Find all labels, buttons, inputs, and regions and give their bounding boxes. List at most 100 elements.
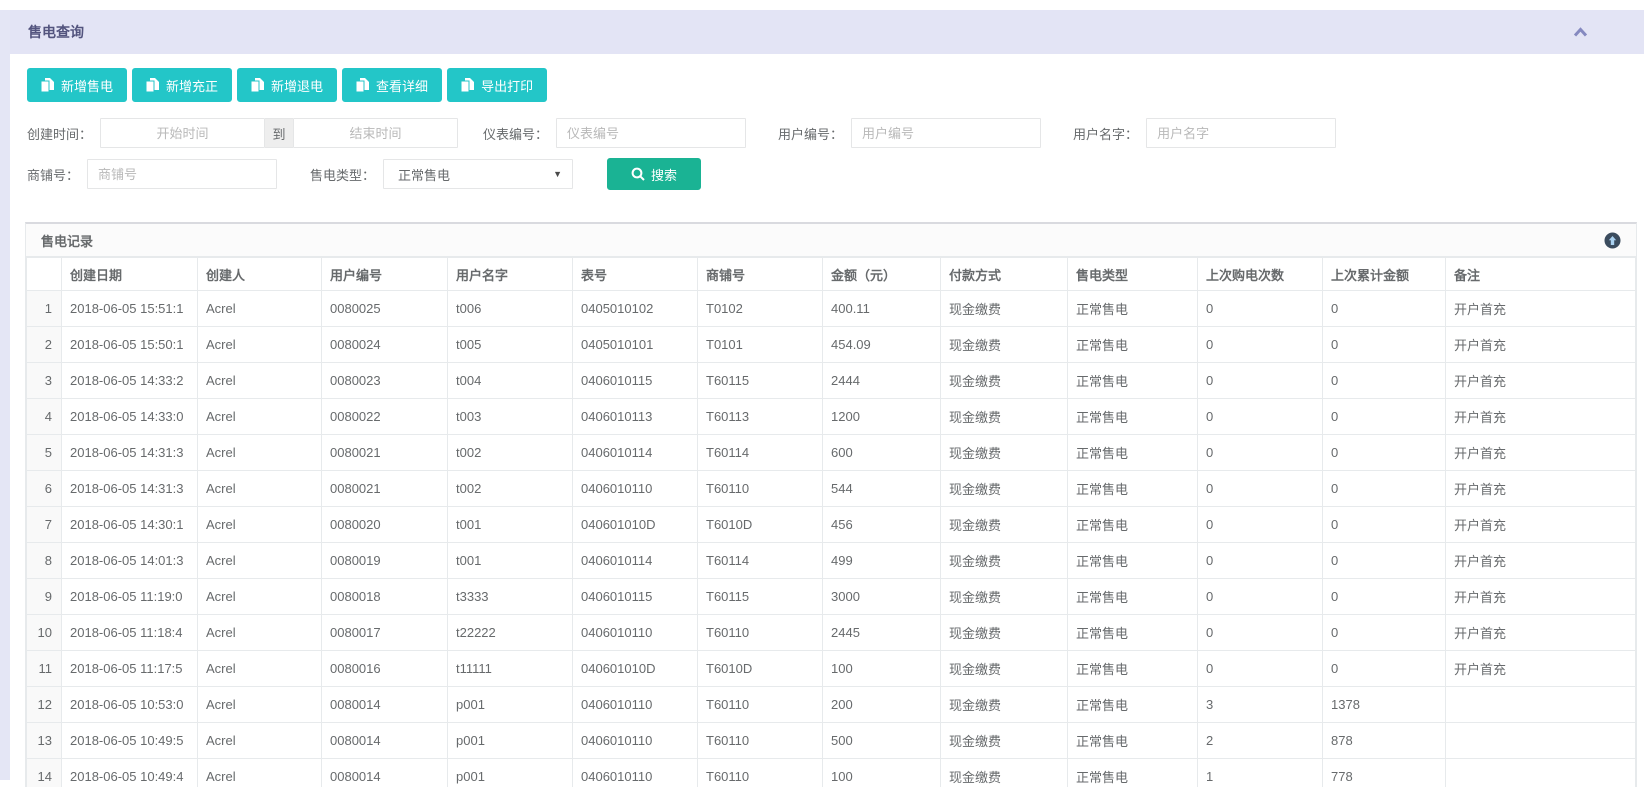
cell-last-count: 0 [1198,435,1323,471]
table-row[interactable]: 2 2018-06-05 15:50:1 Acrel 0080024 t005 … [27,327,1636,363]
cell-remark: 开户首充 [1446,291,1636,327]
table-row[interactable]: 1 2018-06-05 15:51:1 Acrel 0080025 t006 … [27,291,1636,327]
table-row[interactable]: 11 2018-06-05 11:17:5 Acrel 0080016 t111… [27,651,1636,687]
cell-pay-method: 现金缴费 [941,291,1068,327]
cell-user-no: 0080014 [322,687,448,723]
cell-user-no: 0080022 [322,399,448,435]
cell-pay-method: 现金缴费 [941,687,1068,723]
col-header-shop-no: 商铺号 [698,258,823,291]
cell-creator: Acrel [198,435,322,471]
table-row[interactable]: 4 2018-06-05 14:33:0 Acrel 0080022 t003 … [27,399,1636,435]
sale-type-selected-value: 正常售电 [398,165,450,184]
table-header-row: 创建日期 创建人 用户编号 用户名字 表号 商铺号 金额（元） 付款方式 售电类… [27,258,1636,291]
cell-last-total: 0 [1323,579,1446,615]
cell-creator: Acrel [198,363,322,399]
add-correction-button[interactable]: 新增充正 [132,68,232,102]
table-row[interactable]: 8 2018-06-05 14:01:3 Acrel 0080019 t001 … [27,543,1636,579]
cell-create-date: 2018-06-05 11:18:4 [62,615,198,651]
cell-last-total: 878 [1323,723,1446,759]
cell-creator: Acrel [198,759,322,787]
cell-amount: 500 [823,723,941,759]
add-sale-button[interactable]: 新增售电 [27,68,127,102]
cell-user-no: 0080017 [322,615,448,651]
cell-amount: 600 [823,435,941,471]
view-detail-button[interactable]: 查看详细 [342,68,442,102]
col-header-user-name: 用户名字 [448,258,573,291]
table-row[interactable]: 13 2018-06-05 10:49:5 Acrel 0080014 p001… [27,723,1636,759]
caret-down-icon: ▼ [553,169,562,179]
meter-no-label: 仪表编号： [483,124,548,143]
cell-amount: 499 [823,543,941,579]
cell-last-count: 0 [1198,363,1323,399]
cell-last-count: 1 [1198,759,1323,787]
cell-last-count: 3 [1198,687,1323,723]
cell-user-name: t22222 [448,615,573,651]
cell-pay-method: 现金缴费 [941,759,1068,787]
cell-last-count: 0 [1198,291,1323,327]
cell-create-date: 2018-06-05 14:31:3 [62,471,198,507]
table-row[interactable]: 7 2018-06-05 14:30:1 Acrel 0080020 t001 … [27,507,1636,543]
cell-pay-method: 现金缴费 [941,507,1068,543]
collapse-panel-control[interactable] [1573,27,1588,37]
cell-sale-type: 正常售电 [1068,327,1198,363]
cell-pay-method: 现金缴费 [941,327,1068,363]
user-name-input[interactable] [1146,118,1336,148]
table-row[interactable]: 14 2018-06-05 10:49:4 Acrel 0080014 p001… [27,759,1636,787]
cell-create-date: 2018-06-05 11:17:5 [62,651,198,687]
cell-create-date: 2018-06-05 10:49:4 [62,759,198,787]
shop-no-input[interactable] [87,159,277,189]
cell-amount: 400.11 [823,291,941,327]
col-header-meter-no: 表号 [573,258,698,291]
cell-creator: Acrel [198,327,322,363]
scroll-top-control[interactable] [1604,232,1621,249]
cell-creator: Acrel [198,723,322,759]
export-print-button[interactable]: 导出打印 [447,68,547,102]
table-row[interactable]: 10 2018-06-05 11:18:4 Acrel 0080017 t222… [27,615,1636,651]
cell-index: 9 [27,579,62,615]
cell-index: 12 [27,687,62,723]
cell-creator: Acrel [198,291,322,327]
cell-sale-type: 正常售电 [1068,759,1198,787]
cell-sale-type: 正常售电 [1068,579,1198,615]
cell-remark: 开户首充 [1446,651,1636,687]
col-header-sale-type: 售电类型 [1068,258,1198,291]
cell-user-name: p001 [448,759,573,787]
meter-no-input[interactable] [556,118,746,148]
cell-last-total: 0 [1323,471,1446,507]
cell-meter-no: 0406010110 [573,759,698,787]
page-left-margin-strip [0,10,10,780]
user-no-input[interactable] [851,118,1041,148]
cell-create-date: 2018-06-05 11:19:0 [62,579,198,615]
cell-remark: 开户首充 [1446,507,1636,543]
add-refund-button[interactable]: 新增退电 [237,68,337,102]
cell-user-name: p001 [448,723,573,759]
table-row[interactable]: 3 2018-06-05 14:33:2 Acrel 0080023 t004 … [27,363,1636,399]
cell-last-total: 0 [1323,507,1446,543]
table-row[interactable]: 12 2018-06-05 10:53:0 Acrel 0080014 p001… [27,687,1636,723]
cell-meter-no: 0406010110 [573,687,698,723]
cell-user-name: t3333 [448,579,573,615]
search-button[interactable]: 搜索 [607,158,701,190]
cell-index: 7 [27,507,62,543]
end-time-input[interactable] [293,118,458,148]
cell-last-count: 0 [1198,579,1323,615]
cell-pay-method: 现金缴费 [941,615,1068,651]
table-row[interactable]: 9 2018-06-05 11:19:0 Acrel 0080018 t3333… [27,579,1636,615]
cell-sale-type: 正常售电 [1068,471,1198,507]
start-time-input[interactable] [100,118,265,148]
cell-last-total: 0 [1323,615,1446,651]
table-row[interactable]: 6 2018-06-05 14:31:3 Acrel 0080021 t002 … [27,471,1636,507]
cell-shop-no: T60110 [698,471,823,507]
cell-shop-no: T60115 [698,363,823,399]
copy-icon [251,78,264,92]
sale-type-select[interactable]: 正常售电 ▼ [383,159,573,189]
search-button-label: 搜索 [651,165,677,184]
cell-create-date: 2018-06-05 14:31:3 [62,435,198,471]
cell-meter-no: 0406010113 [573,399,698,435]
table-row[interactable]: 5 2018-06-05 14:31:3 Acrel 0080021 t002 … [27,435,1636,471]
cell-index: 11 [27,651,62,687]
cell-shop-no: T60110 [698,759,823,787]
cell-amount: 544 [823,471,941,507]
cell-meter-no: 0406010110 [573,471,698,507]
page-title: 售电查询 [28,22,84,42]
